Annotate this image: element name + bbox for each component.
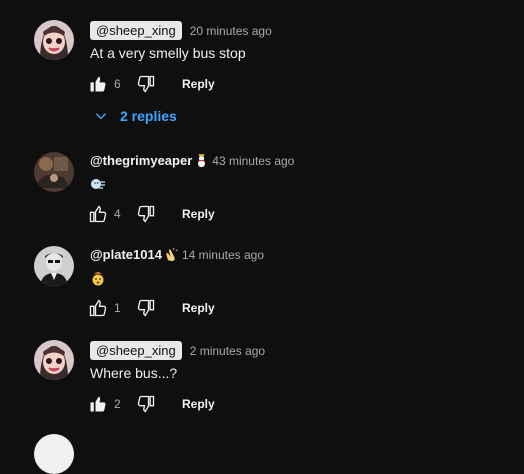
anime-girl-avatar-image [34, 20, 74, 60]
author-name[interactable]: @sheep_xing [90, 21, 182, 40]
photo-avatar-image [34, 152, 74, 192]
author-name[interactable]: @plate1014 [90, 247, 162, 262]
dislike-icon[interactable] [136, 298, 156, 318]
timestamp[interactable]: 2 minutes ago [190, 344, 265, 358]
comment-text: At a very smelly bus stop [90, 45, 246, 61]
reply-button[interactable]: Reply [182, 397, 215, 411]
dislike-icon[interactable] [136, 394, 156, 414]
anime-girl-avatar-image [34, 340, 74, 380]
comment-header: @thegrimyeaper 43 minutes ago [90, 153, 294, 168]
view-replies-button[interactable]: 2 replies [94, 108, 177, 124]
like-count: 6 [114, 77, 121, 91]
comment-header: @sheep_xing 20 minutes ago [90, 21, 272, 40]
comment-header: @sheep_xing 2 minutes ago [90, 341, 265, 360]
wind-face-emoji [90, 176, 106, 192]
comment-actions: 2 Reply [88, 394, 215, 414]
reply-button[interactable]: Reply [182, 207, 215, 221]
avatar[interactable] [34, 152, 74, 192]
comment-actions: 1 Reply [88, 298, 215, 318]
like-icon[interactable] [88, 298, 108, 318]
like-filled-icon[interactable] [88, 394, 108, 414]
avatar[interactable] [34, 20, 74, 60]
author-name[interactable]: @thegrimyeaper [90, 153, 192, 168]
like-count: 1 [114, 301, 121, 315]
clapping-hands-icon [165, 247, 178, 262]
avatar[interactable] [34, 340, 74, 380]
next-comment-partial [34, 434, 74, 474]
like-icon[interactable] [88, 204, 108, 224]
like-filled-icon[interactable] [88, 74, 108, 94]
avatar[interactable] [34, 434, 74, 474]
exploding-head-emoji [90, 270, 106, 286]
comment-actions: 6 Reply [88, 74, 215, 94]
dislike-icon[interactable] [136, 74, 156, 94]
timestamp[interactable]: 43 minutes ago [212, 154, 294, 168]
bw-portrait-avatar-image [34, 246, 74, 286]
like-count: 4 [114, 207, 121, 221]
dislike-icon[interactable] [136, 204, 156, 224]
like-count: 2 [114, 397, 121, 411]
reply-button[interactable]: Reply [182, 77, 215, 91]
snowman-icon [195, 153, 208, 168]
chevron-down-icon [95, 113, 107, 120]
avatar[interactable] [34, 246, 74, 286]
comment-text: Where bus...? [90, 365, 178, 381]
comment-actions: 4 Reply [88, 204, 215, 224]
timestamp[interactable]: 20 minutes ago [190, 24, 272, 38]
reply-button[interactable]: Reply [182, 301, 215, 315]
comment-header: @plate1014 14 minutes ago [90, 247, 264, 262]
timestamp[interactable]: 14 minutes ago [182, 248, 264, 262]
replies-count-label: 2 replies [120, 108, 177, 124]
author-name[interactable]: @sheep_xing [90, 341, 182, 360]
